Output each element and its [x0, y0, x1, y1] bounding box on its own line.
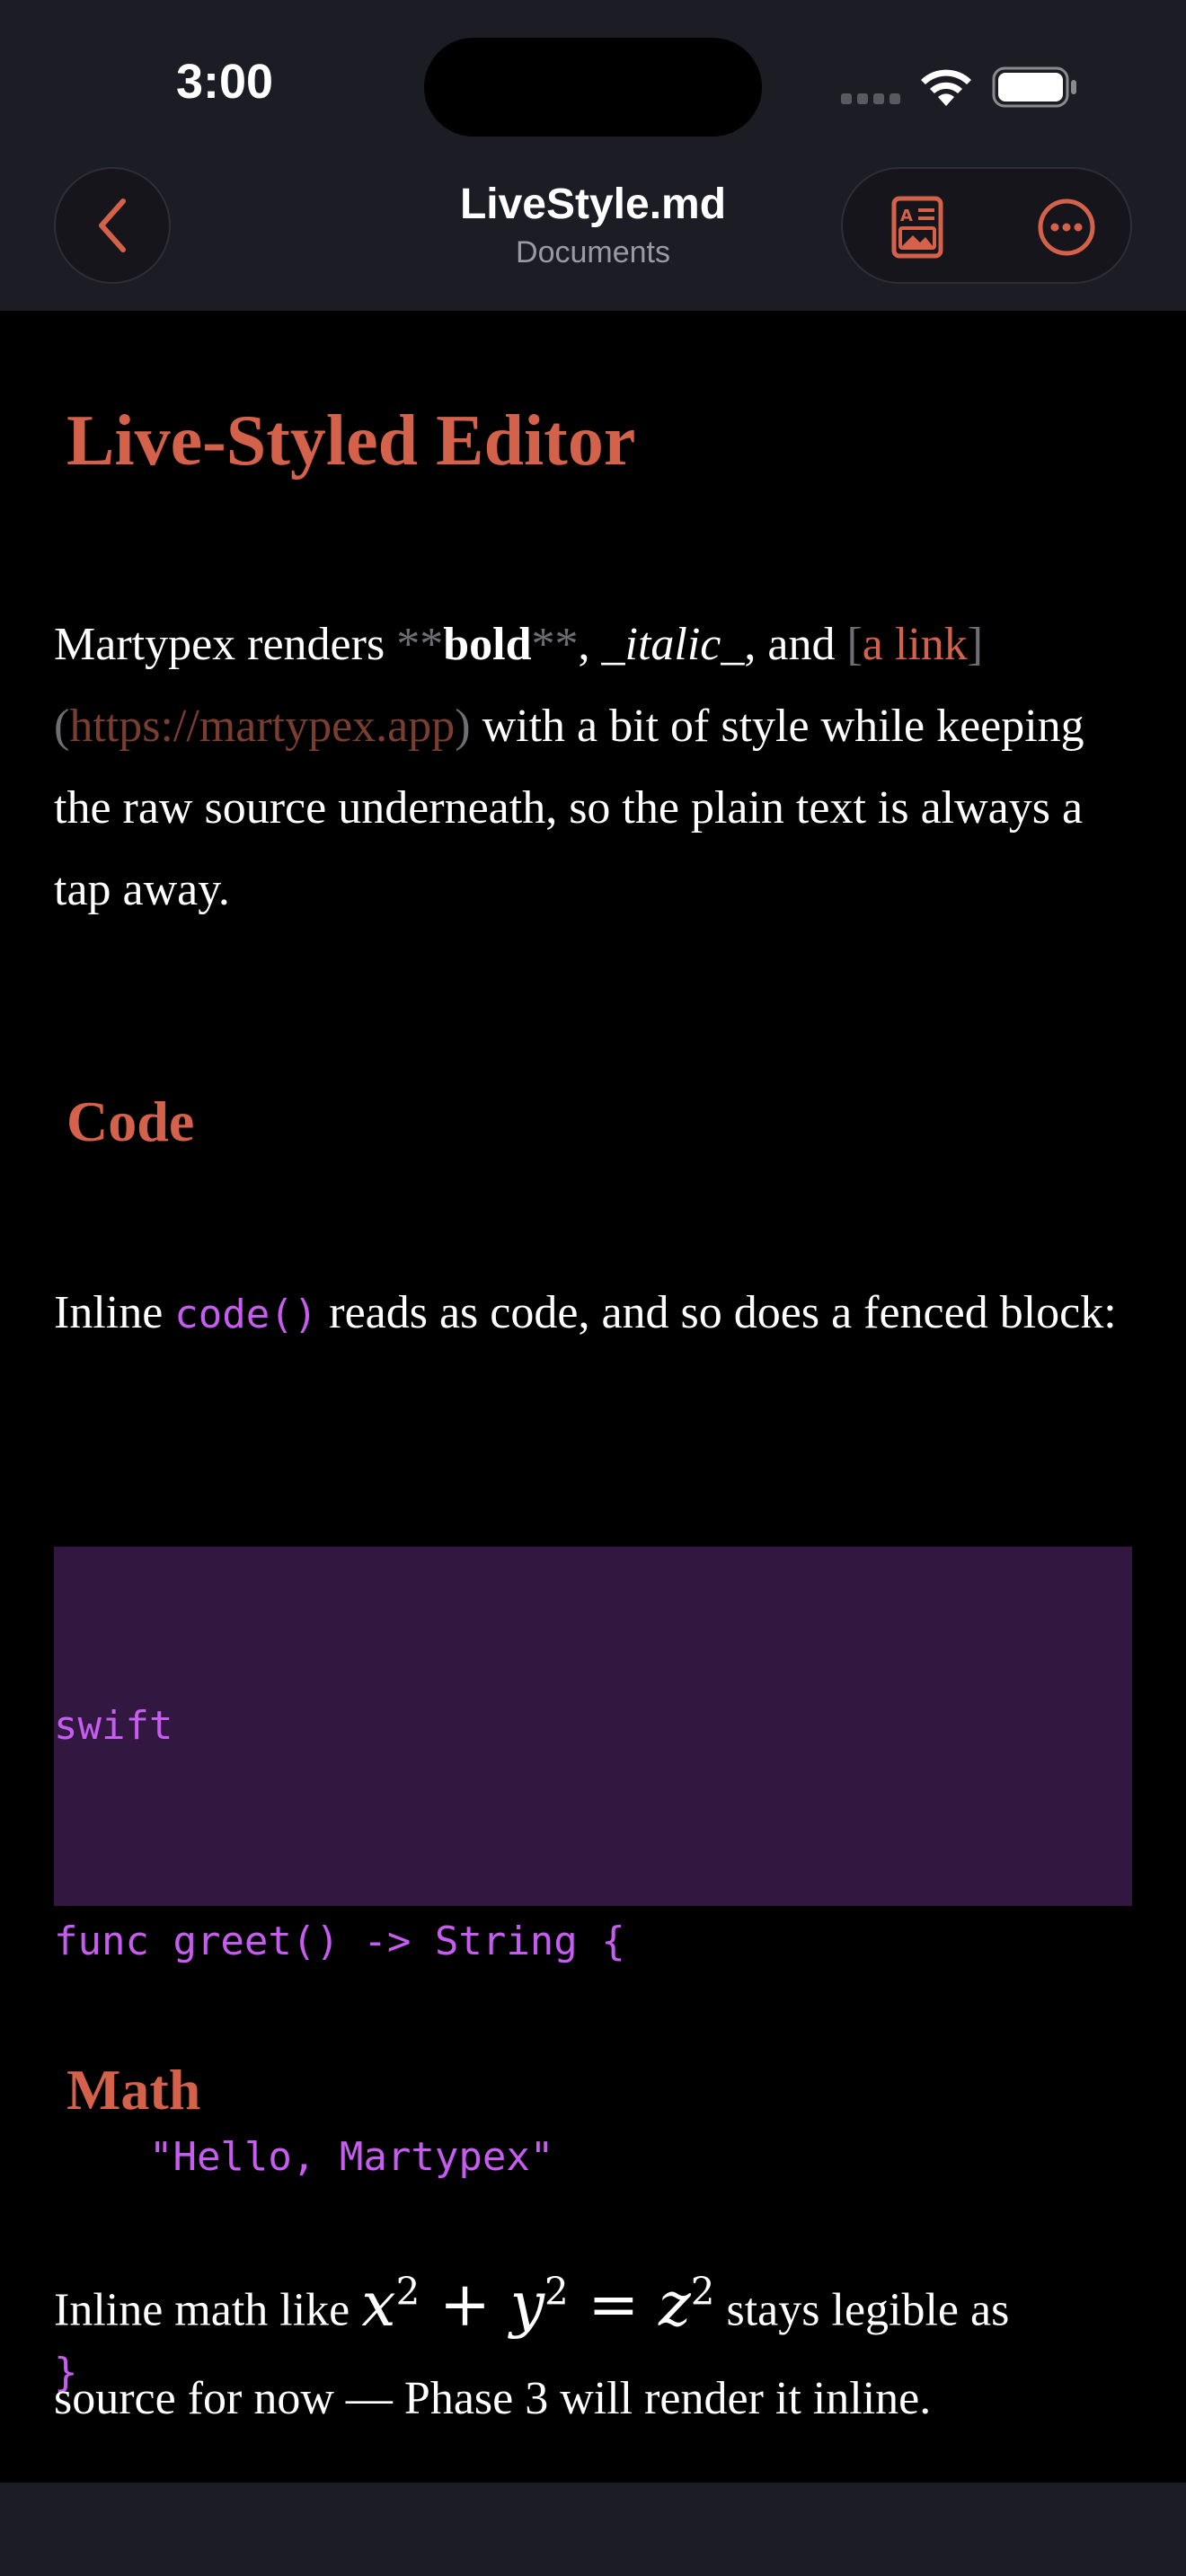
fenced-code-block: swift func greet() -> String { "Hello, M… [54, 1547, 1132, 2395]
text-run: , [578, 619, 602, 670]
document-title: LiveStyle.md [459, 181, 727, 228]
wifi-icon [921, 69, 971, 106]
heading-code: Code [66, 1090, 195, 1153]
paragraph-intro: Martypex renders **bold**, _italic_, and… [54, 604, 1132, 931]
top-bar: 3:00 LiveStyle.md Documents A [0, 0, 1186, 311]
bottom-bar [0, 2483, 1186, 2576]
more-button[interactable] [1035, 196, 1098, 259]
math-exponent: 2 [395, 2269, 420, 2313]
chevron-left-icon [99, 198, 126, 252]
math-var: x [361, 2269, 396, 2341]
math-exponent: 2 [544, 2269, 569, 2313]
status-time: 3:00 [175, 55, 274, 109]
document-location[interactable]: Documents [323, 235, 863, 270]
bold-marker: ** [396, 619, 444, 670]
text-run: Inline [54, 1287, 175, 1338]
toolbar-actions: A [841, 167, 1132, 284]
text-run: Inline math like [54, 2284, 362, 2336]
ellipsis-circle-icon [1038, 198, 1095, 256]
bold-text: bold [443, 619, 532, 670]
math-var: z [658, 2269, 691, 2341]
back-button[interactable] [54, 167, 171, 284]
math-operator: = [568, 2269, 659, 2341]
text-run: , and [744, 619, 847, 670]
svg-text:A: A [900, 207, 913, 225]
dynamic-island [424, 38, 762, 137]
math-operator: + [420, 2269, 510, 2341]
inline-code: code() [174, 1292, 318, 1337]
italic-text: _italic_ [601, 619, 745, 670]
math-exponent: 2 [690, 2269, 715, 2313]
link-paren: ) [455, 701, 471, 752]
code-line: "Hello, Martypex" [54, 2134, 554, 2180]
link-text[interactable]: a link [863, 619, 968, 670]
link-paren: ( [54, 701, 70, 752]
paragraph-code: Inline code() reads as code, and so does… [54, 1272, 1132, 1355]
bold-marker: ** [531, 619, 579, 670]
inline-math: x2 + y2 = z2 [361, 2269, 715, 2341]
reader-mode-icon: A [891, 196, 943, 259]
link-bracket: ] [967, 619, 984, 670]
link-bracket: [ [846, 619, 863, 670]
heading-1: Live-Styled Editor [66, 401, 636, 481]
heading-math: Math [66, 2058, 201, 2122]
math-var: y [509, 2269, 544, 2341]
link-url[interactable]: https://martypex.app [69, 701, 455, 752]
text-run: Martypex renders [54, 619, 397, 670]
paragraph-math: Inline math like x2 + y2 = z2 stays legi… [54, 2247, 1132, 2443]
reader-mode-button[interactable]: A [886, 196, 949, 259]
text-run: reads as code, and so does a fenced bloc… [317, 1287, 1117, 1338]
code-line: swift [54, 1703, 173, 1749]
battery-icon [992, 66, 1076, 108]
code-line: func greet() -> String { [54, 1919, 625, 1964]
